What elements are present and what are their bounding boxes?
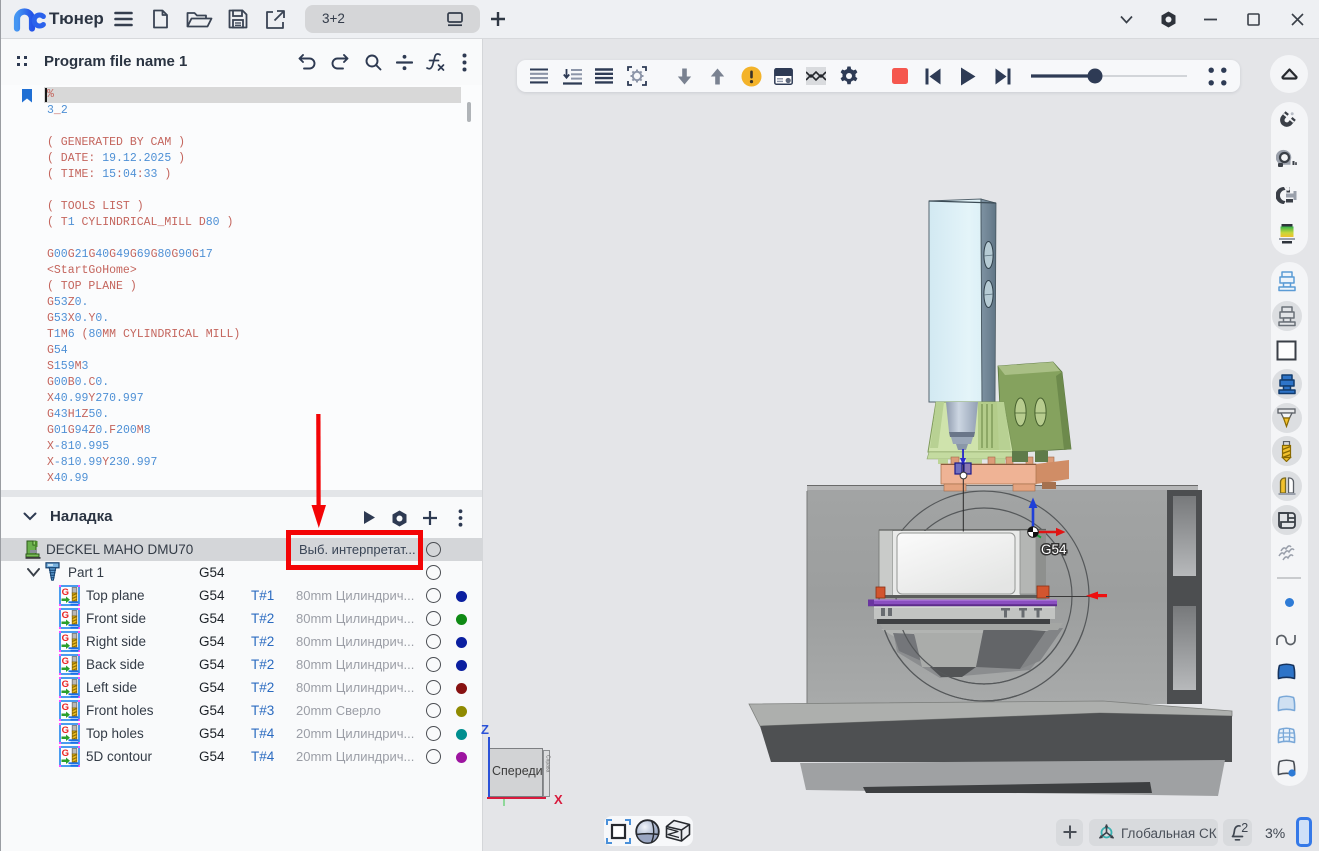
svg-text:2: 2 bbox=[1241, 822, 1248, 835]
svg-text:G: G bbox=[62, 656, 69, 667]
svg-text:G: G bbox=[62, 633, 69, 644]
svg-text:G: G bbox=[62, 725, 69, 736]
svg-text:G: G bbox=[62, 587, 69, 598]
svg-text:G: G bbox=[62, 679, 69, 690]
svg-text:G: G bbox=[62, 702, 69, 713]
svg-text:G: G bbox=[62, 610, 69, 621]
svg-text:G: G bbox=[62, 748, 69, 759]
svg-text:G54: G54 bbox=[1041, 542, 1067, 557]
